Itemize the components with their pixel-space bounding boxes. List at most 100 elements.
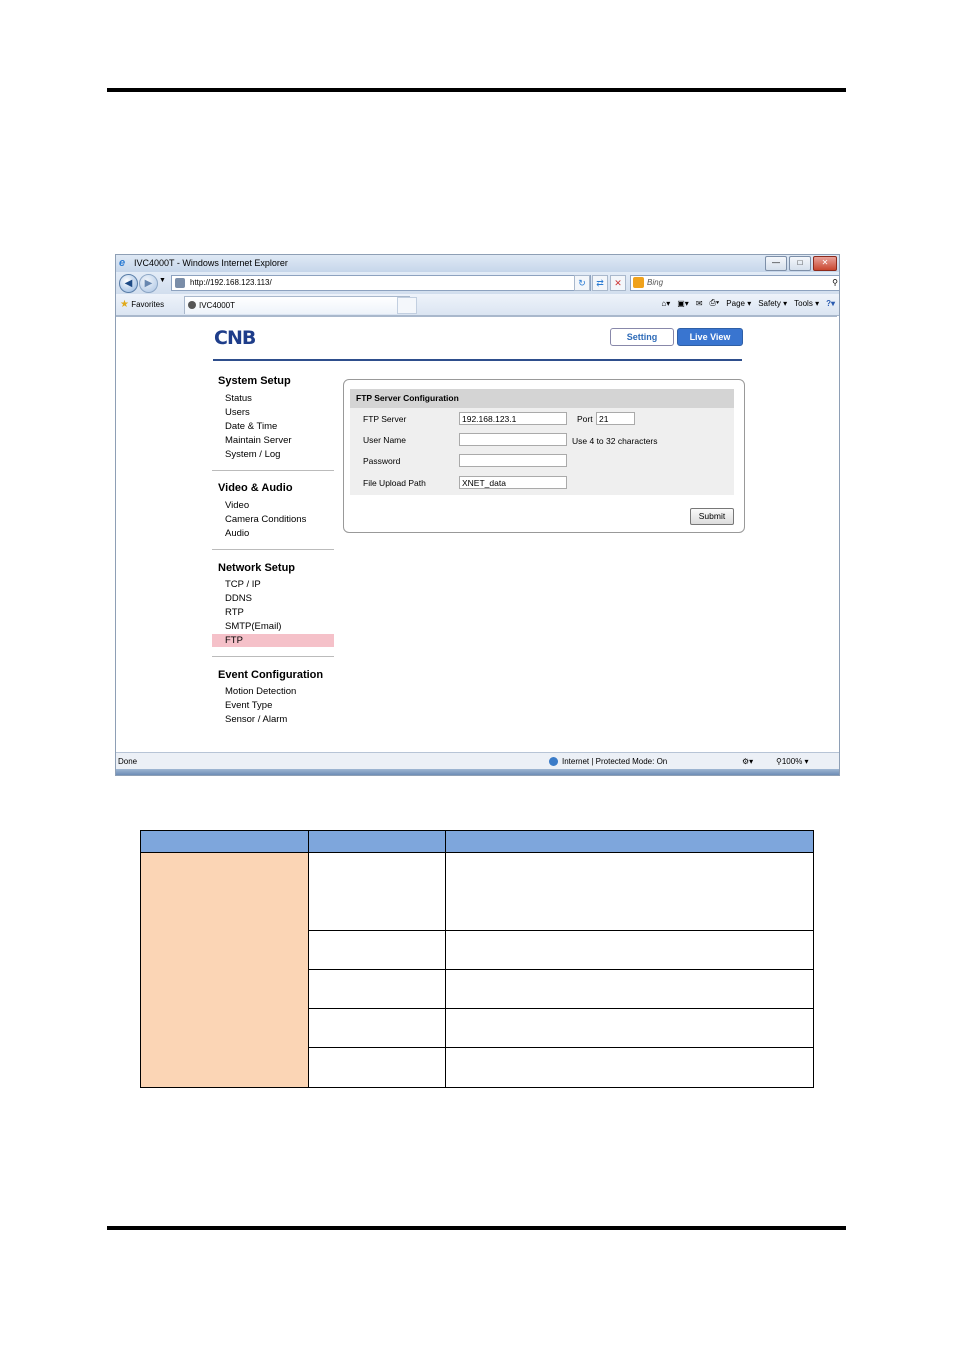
menu-item-status[interactable]: Status: [225, 393, 252, 404]
menu-section-system-setup: System Setup: [218, 375, 291, 387]
menu-item-event-type[interactable]: Event Type: [225, 700, 272, 711]
menu-item-date-time[interactable]: Date & Time: [225, 421, 277, 432]
menu-section-event-configuration: Event Configuration: [218, 669, 324, 681]
upload-path-input[interactable]: XNET_data: [459, 476, 567, 489]
safety-menu[interactable]: Safety ▾: [758, 299, 787, 308]
minimize-button[interactable]: —: [765, 256, 787, 271]
user-name-input[interactable]: [459, 433, 567, 446]
port-input[interactable]: 21: [596, 412, 635, 425]
menu-item-users[interactable]: Users: [225, 407, 250, 418]
table-row-divider: [308, 1047, 813, 1048]
window-title: IVC4000T - Windows Internet Explorer: [134, 258, 288, 268]
tools-menu-label: Tools: [794, 298, 813, 308]
page-content: CNB Setting Live View System Setup Statu…: [116, 316, 837, 752]
zoom-control[interactable]: ⚲100% ▾: [776, 753, 809, 770]
security-icon[interactable]: ⚙▾: [742, 753, 753, 770]
feeds-icon[interactable]: ▣▾: [677, 299, 689, 308]
globe-icon: [549, 757, 558, 766]
setting-button[interactable]: Setting: [610, 328, 674, 346]
menu-item-audio[interactable]: Audio: [225, 528, 249, 539]
top-rule: [107, 88, 846, 92]
ftp-panel-header: FTP Server Configuration: [350, 389, 734, 408]
zone-text: Internet | Protected Mode: On: [562, 757, 668, 766]
tab-ivc4000t[interactable]: IVC4000T: [184, 296, 410, 314]
bing-icon: [633, 277, 644, 288]
table-category-cell: [141, 853, 308, 1087]
help-icon[interactable]: ?▾: [826, 299, 835, 308]
favorites-label: Favorites: [131, 300, 165, 309]
star-icon: ★: [120, 299, 129, 310]
ftp-server-input[interactable]: 192.168.123.1: [459, 412, 567, 425]
camera-icon: [188, 301, 196, 309]
forward-arrow-icon[interactable]: ▶: [139, 274, 158, 293]
upload-path-label: File Upload Path: [363, 478, 426, 488]
menu-divider: [212, 549, 334, 550]
compatibility-icon[interactable]: ↻: [574, 275, 590, 291]
page-icon: [175, 278, 185, 288]
bottom-rule: [107, 1226, 846, 1230]
search-placeholder: Bing: [647, 278, 664, 287]
password-input[interactable]: [459, 454, 567, 467]
ftp-config-panel: FTP Server Configuration FTP Server 192.…: [343, 379, 745, 533]
cnb-logo: CNB: [214, 327, 256, 349]
menu-item-sensor-alarm[interactable]: Sensor / Alarm: [225, 714, 287, 725]
description-table: [140, 830, 814, 1088]
browser-window: e IVC4000T - Windows Internet Explorer —…: [115, 254, 840, 776]
address-text: http://192.168.123.113/: [190, 278, 272, 287]
taskbar-strip: [116, 769, 839, 775]
ftp-server-label: FTP Server: [363, 414, 407, 424]
menu-item-rtp[interactable]: RTP: [225, 607, 244, 618]
menu-divider: [212, 656, 334, 657]
password-label: Password: [363, 456, 401, 466]
menu-item-smtp[interactable]: SMTP(Email): [225, 621, 281, 632]
ftp-form-body: FTP Server 192.168.123.1 Port 21 User Na…: [350, 408, 734, 495]
close-button[interactable]: ✕: [813, 256, 837, 271]
table-row-divider: [308, 1008, 813, 1009]
print-icon[interactable]: ⎙▾: [710, 298, 720, 308]
header-divider: [213, 359, 742, 361]
stop-icon[interactable]: ✕: [610, 275, 626, 291]
menu-item-video[interactable]: Video: [225, 500, 249, 511]
menu-item-tcp-ip[interactable]: TCP / IP: [225, 579, 261, 590]
status-bar: Done Internet | Protected Mode: On ⚙▾ ⚲1…: [116, 752, 839, 770]
tools-menu[interactable]: Tools ▾: [794, 299, 819, 308]
menu-item-motion-detection[interactable]: Motion Detection: [225, 686, 296, 697]
status-text: Done: [118, 757, 138, 766]
menu-item-maintain-server[interactable]: Maintain Server: [225, 435, 292, 446]
home-icon[interactable]: ⌂▾: [661, 299, 670, 308]
address-row: ◀ ▶ ▼ http://192.168.123.113/ ▼ ↻ ⇄ ✕ Bi…: [116, 272, 839, 294]
mail-icon[interactable]: ✉: [696, 299, 703, 308]
zoom-label: 100%: [781, 757, 803, 766]
menu-section-video-audio: Video & Audio: [218, 482, 293, 494]
user-name-label: User Name: [363, 435, 406, 445]
menu-item-ddns[interactable]: DDNS: [225, 593, 252, 604]
ie-icon: e: [119, 257, 126, 269]
table-column-divider: [445, 831, 446, 1087]
tab-label: IVC4000T: [199, 301, 236, 310]
refresh-icon[interactable]: ⇄: [592, 275, 608, 291]
menu-item-ftp[interactable]: FTP: [225, 635, 243, 646]
live-view-button[interactable]: Live View: [677, 328, 743, 346]
table-column-divider: [308, 831, 309, 1087]
submit-button[interactable]: Submit: [690, 508, 734, 525]
history-dropdown-icon[interactable]: ▼: [159, 277, 166, 284]
table-row-divider: [308, 930, 813, 931]
menu-divider: [212, 470, 334, 471]
new-tab-button[interactable]: [397, 297, 417, 314]
menu-item-system-log[interactable]: System / Log: [225, 449, 280, 460]
page-menu[interactable]: Page ▾: [726, 299, 751, 308]
maximize-button[interactable]: □: [789, 256, 811, 271]
menu-item-camera-conditions[interactable]: Camera Conditions: [225, 514, 306, 525]
safety-menu-label: Safety: [758, 298, 781, 308]
page-menu-label: Page: [726, 298, 745, 308]
search-icon[interactable]: ⚲: [832, 276, 838, 290]
back-arrow-icon[interactable]: ◀: [119, 274, 138, 293]
favorites-bar: ★ Favorites IVC4000T ⌂▾ ▣▾ ✉ ⎙▾ Page ▾ S…: [116, 294, 839, 316]
address-bar[interactable]: http://192.168.123.113/ ▼: [171, 275, 591, 291]
table-header-row: [141, 831, 813, 853]
table-row-divider: [308, 969, 813, 970]
title-bar: e IVC4000T - Windows Internet Explorer —…: [116, 255, 839, 272]
menu-section-network-setup: Network Setup: [218, 562, 296, 574]
favorites-button[interactable]: ★ Favorites: [120, 299, 164, 310]
search-box[interactable]: Bing ⚲ ▼: [630, 275, 839, 291]
